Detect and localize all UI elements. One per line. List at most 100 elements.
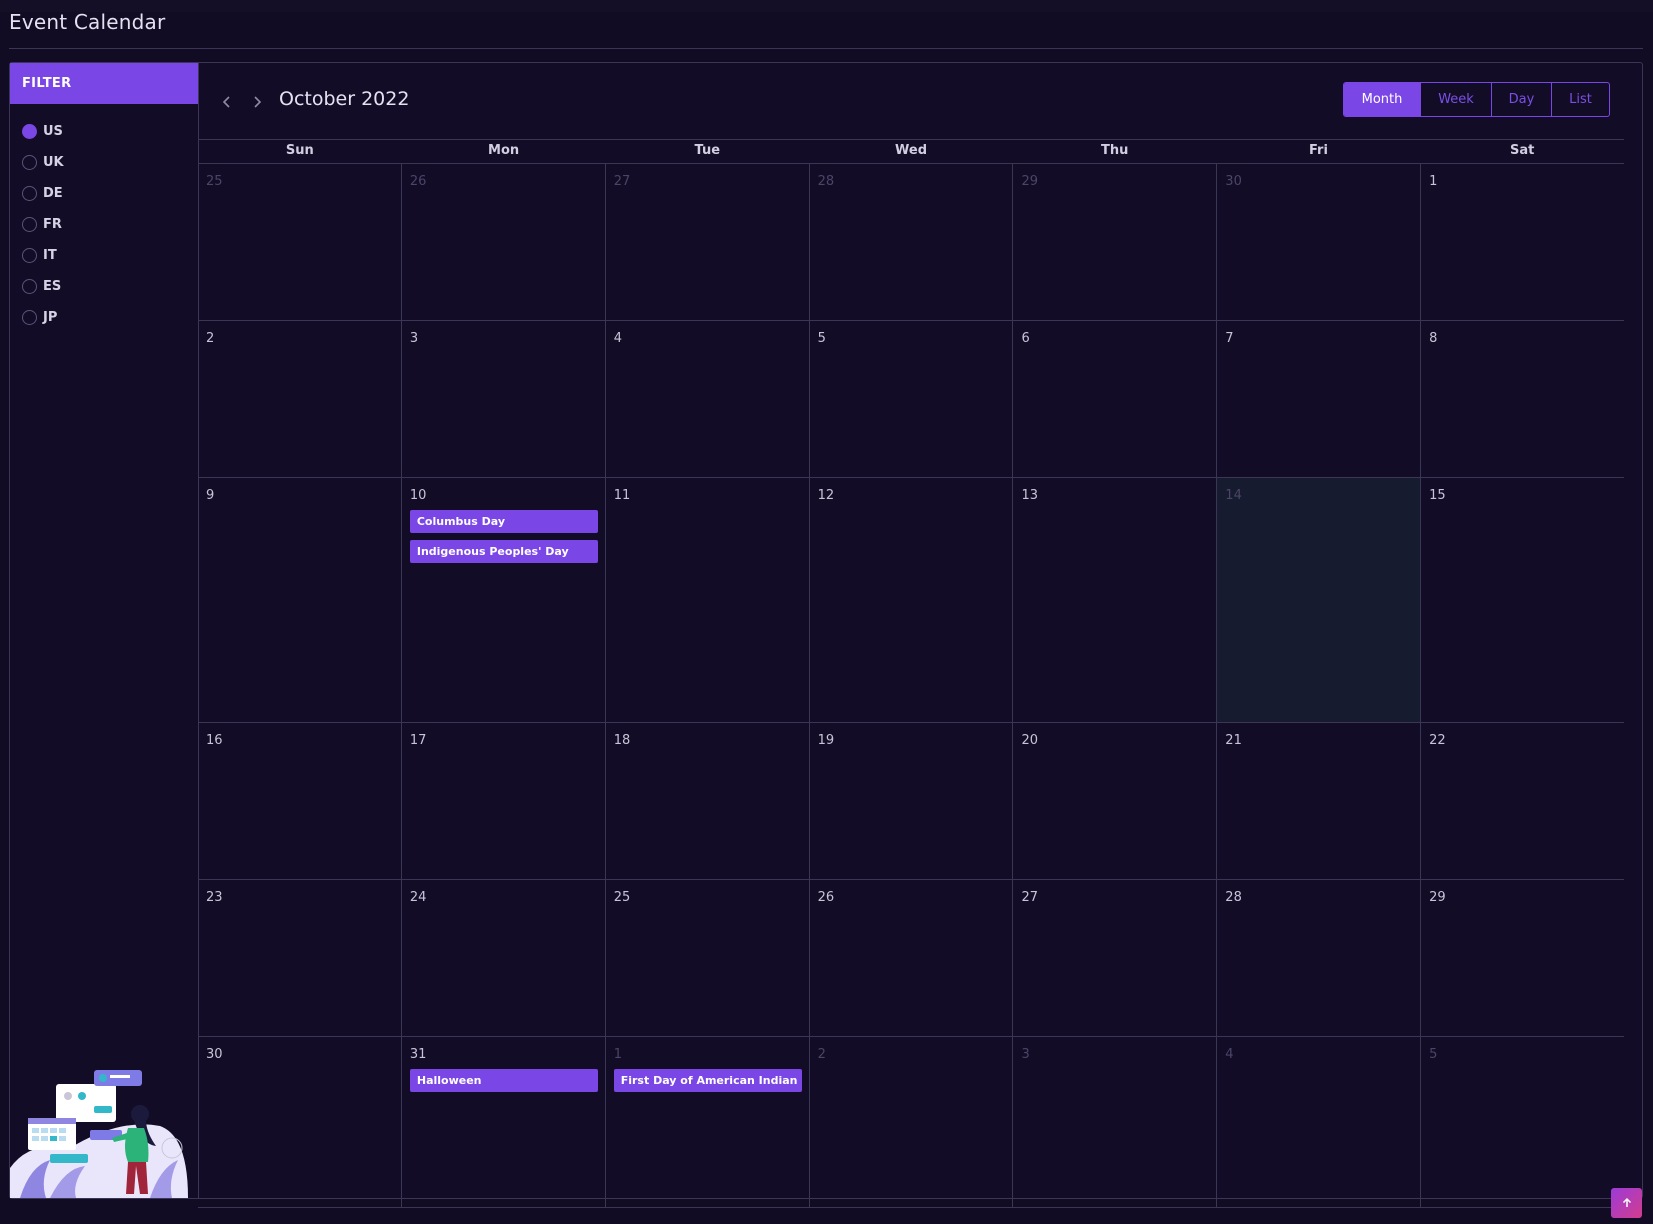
day-cell[interactable]: 1 First Day of American Indian Heri [606, 1037, 810, 1207]
day-cell[interactable]: 29 [1421, 880, 1624, 1036]
day-number[interactable]: 7 [1225, 331, 1233, 346]
day-cell[interactable]: 19 [810, 723, 1014, 879]
day-number[interactable]: 8 [1429, 331, 1437, 346]
day-number[interactable]: 9 [206, 488, 214, 503]
filter-option-es[interactable]: ES [10, 271, 198, 302]
day-cell[interactable]: 30 [198, 1037, 402, 1207]
day-cell[interactable]: 2 [198, 321, 402, 477]
day-number[interactable]: 27 [1021, 890, 1038, 905]
day-number[interactable]: 15 [1429, 488, 1446, 503]
day-number[interactable]: 30 [1225, 174, 1242, 189]
day-cell[interactable]: 9 [198, 478, 402, 722]
day-cell[interactable]: 27 [1013, 880, 1218, 1036]
view-day-button[interactable]: Day [1491, 83, 1551, 116]
event-chip[interactable]: Halloween [409, 1069, 598, 1092]
day-cell[interactable]: 10 Columbus Day Indigenous Peoples' Day [402, 478, 606, 722]
filter-radio[interactable] [22, 279, 37, 294]
day-cell[interactable]: 11 [606, 478, 810, 722]
filter-option-it[interactable]: IT [10, 240, 198, 271]
scroll-to-top-button[interactable] [1611, 1188, 1642, 1218]
day-number[interactable]: 3 [1021, 1047, 1029, 1062]
day-cell[interactable]: 21 [1217, 723, 1422, 879]
day-cell[interactable]: 26 [810, 880, 1014, 1036]
filter-option-fr[interactable]: FR [10, 209, 198, 240]
day-cell[interactable]: 13 [1013, 478, 1218, 722]
day-cell[interactable]: 3 [402, 321, 606, 477]
day-number[interactable]: 25 [614, 890, 631, 905]
day-cell[interactable]: 16 [198, 723, 402, 879]
day-number[interactable]: 31 [410, 1047, 427, 1062]
day-cell[interactable]: 29 [1013, 164, 1218, 320]
day-number[interactable]: 5 [818, 331, 826, 346]
day-number[interactable]: 18 [614, 733, 631, 748]
day-number[interactable]: 28 [818, 174, 835, 189]
event-chip[interactable]: First Day of American Indian Heri [613, 1069, 802, 1092]
filter-radio[interactable] [22, 310, 37, 325]
day-number[interactable]: 14 [1225, 488, 1242, 503]
day-number[interactable]: 2 [206, 331, 214, 346]
day-number[interactable]: 17 [410, 733, 427, 748]
day-cell[interactable]: 28 [810, 164, 1014, 320]
event-chip[interactable]: Columbus Day [409, 510, 598, 533]
filter-radio[interactable] [22, 124, 37, 139]
day-number[interactable]: 29 [1021, 174, 1038, 189]
day-number[interactable]: 25 [206, 174, 223, 189]
day-number[interactable]: 26 [818, 890, 835, 905]
day-cell[interactable]: 15 [1421, 478, 1624, 722]
filter-radio[interactable] [22, 155, 37, 170]
filter-radio[interactable] [22, 217, 37, 232]
day-cell[interactable]: 25 [198, 164, 402, 320]
day-cell[interactable]: 18 [606, 723, 810, 879]
filter-radio[interactable] [22, 248, 37, 263]
filter-option-jp[interactable]: JP [10, 302, 198, 333]
filter-option-uk[interactable]: UK [10, 147, 198, 178]
day-number[interactable]: 13 [1021, 488, 1038, 503]
day-cell[interactable]: 8 [1421, 321, 1624, 477]
day-number[interactable]: 12 [818, 488, 835, 503]
day-number[interactable]: 2 [818, 1047, 826, 1062]
day-number[interactable]: 5 [1429, 1047, 1437, 1062]
filter-option-de[interactable]: DE [10, 178, 198, 209]
day-number[interactable]: 10 [410, 488, 427, 503]
prev-month-button[interactable] [216, 91, 238, 113]
day-cell[interactable]: 5 [1421, 1037, 1624, 1207]
day-cell[interactable]: 28 [1217, 880, 1422, 1036]
day-number[interactable]: 24 [410, 890, 427, 905]
day-number[interactable]: 1 [614, 1047, 622, 1062]
day-number[interactable]: 4 [1225, 1047, 1233, 1062]
view-list-button[interactable]: List [1551, 83, 1609, 116]
day-cell[interactable]: 30 [1217, 164, 1422, 320]
filter-option-us[interactable]: US [10, 116, 198, 147]
day-cell[interactable]: 27 [606, 164, 810, 320]
day-cell[interactable]: 4 [1217, 1037, 1422, 1207]
view-month-button[interactable]: Month [1344, 83, 1420, 116]
day-number[interactable]: 21 [1225, 733, 1242, 748]
day-cell[interactable]: 5 [810, 321, 1014, 477]
day-number[interactable]: 26 [410, 174, 427, 189]
filter-radio[interactable] [22, 186, 37, 201]
day-cell[interactable]: 31 Halloween [402, 1037, 606, 1207]
day-cell[interactable]: 6 [1013, 321, 1218, 477]
day-number[interactable]: 28 [1225, 890, 1242, 905]
day-number[interactable]: 22 [1429, 733, 1446, 748]
day-cell[interactable]: 22 [1421, 723, 1624, 879]
view-week-button[interactable]: Week [1420, 83, 1491, 116]
day-number[interactable]: 6 [1021, 331, 1029, 346]
day-number[interactable]: 4 [614, 331, 622, 346]
day-cell[interactable]: 4 [606, 321, 810, 477]
day-cell[interactable]: 12 [810, 478, 1014, 722]
day-number[interactable]: 27 [614, 174, 631, 189]
event-chip[interactable]: Indigenous Peoples' Day [409, 540, 598, 563]
day-cell[interactable]: 14 [1217, 478, 1422, 722]
day-number[interactable]: 19 [818, 733, 835, 748]
day-number[interactable]: 3 [410, 331, 418, 346]
day-cell[interactable]: 25 [606, 880, 810, 1036]
day-cell[interactable]: 1 [1421, 164, 1624, 320]
day-number[interactable]: 20 [1021, 733, 1038, 748]
day-number[interactable]: 1 [1429, 174, 1437, 189]
day-number[interactable]: 30 [206, 1047, 223, 1062]
day-number[interactable]: 11 [614, 488, 631, 503]
day-cell[interactable]: 23 [198, 880, 402, 1036]
day-cell[interactable]: 24 [402, 880, 606, 1036]
day-number[interactable]: 29 [1429, 890, 1446, 905]
